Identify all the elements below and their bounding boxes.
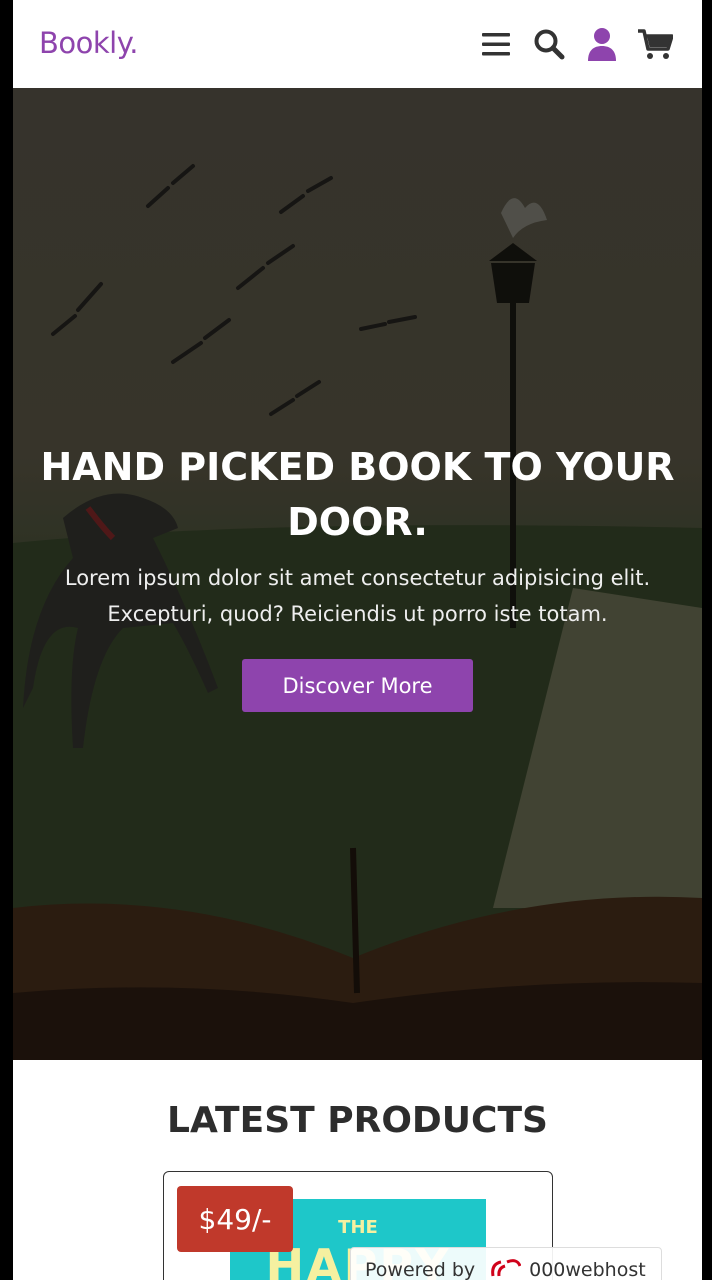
hero-description: Lorem ipsum dolor sit amet consectetur a…: [64, 566, 651, 626]
host-name: 000webhost: [529, 1258, 646, 1280]
logo[interactable]: Bookly.: [39, 26, 138, 60]
host-logo-icon: [487, 1256, 522, 1280]
cart-icon[interactable]: [635, 24, 675, 64]
site-header: Bookly.: [13, 0, 702, 88]
latest-products-title: LATEST PRODUCTS: [167, 1100, 548, 1141]
hero-banner: HAND PICKED BOOK TO YOUR DOOR. Lorem ips…: [13, 88, 702, 1060]
menu-icon[interactable]: [476, 24, 516, 64]
price-badge: $49/-: [177, 1186, 293, 1252]
powered-by-label: Powered by: [365, 1258, 476, 1280]
search-icon[interactable]: [529, 24, 569, 64]
page: Bookly. HAND PICKED BOOK TO YOUR DOOR. L…: [13, 0, 702, 1280]
powered-by-badge[interactable]: Powered by 000webhost: [350, 1247, 662, 1280]
user-icon[interactable]: [582, 24, 622, 64]
hero-title: HAND PICKED BOOK TO YOUR DOOR.: [40, 445, 675, 544]
discover-more-button[interactable]: Discover More: [242, 659, 473, 712]
